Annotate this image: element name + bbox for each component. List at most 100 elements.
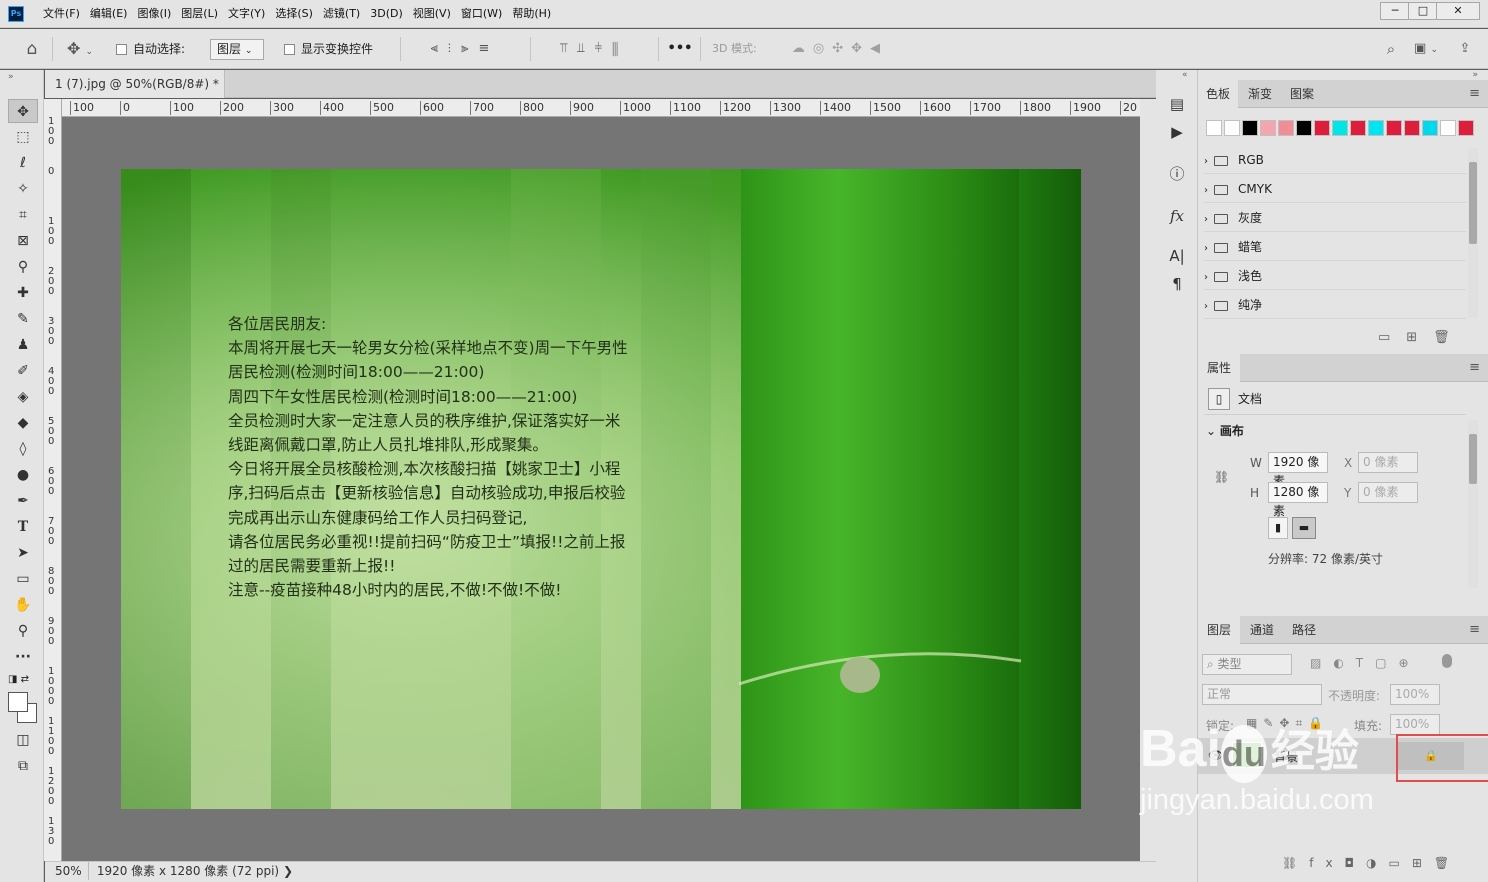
tab-channels[interactable]: 通道 xyxy=(1242,616,1282,644)
screen-mode-icon[interactable]: ⧉ xyxy=(8,754,38,778)
default-colors-icon[interactable]: ◨ ⇄ xyxy=(8,674,29,685)
magic-wand-icon[interactable]: ✧ xyxy=(8,177,38,201)
menu-file[interactable]: 文件(F) xyxy=(38,0,85,28)
y-field[interactable]: 0 像素 xyxy=(1358,482,1418,503)
layer-filter-dropdown[interactable]: ⌕ 类型 xyxy=(1202,654,1292,675)
color-swatch[interactable] xyxy=(1206,120,1222,136)
color-swatch[interactable] xyxy=(1224,120,1240,136)
panel-menu-icon[interactable]: ≡ xyxy=(1469,80,1480,108)
color-swatch[interactable] xyxy=(1422,120,1438,136)
character-icon[interactable]: A| xyxy=(1164,244,1190,268)
swatch-group[interactable]: › 浅色 xyxy=(1204,262,1466,290)
fill-field[interactable]: 100% xyxy=(1390,714,1440,735)
opacity-field[interactable]: 100% xyxy=(1390,684,1440,705)
hand-tool-icon[interactable]: ✋ xyxy=(8,593,38,617)
auto-select-checkbox[interactable]: 自动选择: xyxy=(116,29,185,69)
menu-window[interactable]: 窗口(W) xyxy=(456,0,507,28)
more-options-icon[interactable]: ••• xyxy=(666,29,694,69)
menu-image[interactable]: 图像(I) xyxy=(132,0,176,28)
color-swatch[interactable] xyxy=(1440,120,1456,136)
swatch-group[interactable]: › 纯净 xyxy=(1204,291,1466,319)
actions-play-icon[interactable]: ▶ xyxy=(1164,120,1190,144)
color-swatch[interactable] xyxy=(1350,120,1366,136)
marquee-tool-icon[interactable]: ⬚ xyxy=(8,125,38,149)
collapse-icon[interactable]: » xyxy=(8,72,14,82)
menu-3d[interactable]: 3D(D) xyxy=(365,0,408,28)
filter-toggle-icon[interactable] xyxy=(1442,654,1452,668)
layer-filter-icons[interactable]: ▨◐T▢⊕ xyxy=(1310,656,1421,670)
menu-help[interactable]: 帮助(H) xyxy=(507,0,556,28)
color-swatch[interactable] xyxy=(1296,120,1312,136)
auto-select-dropdown[interactable]: 图层 ⌄ xyxy=(210,39,264,60)
close-window-button[interactable]: ✕ xyxy=(1436,2,1480,20)
tab-paths[interactable]: 路径 xyxy=(1284,616,1324,644)
swatches-scrollbar[interactable] xyxy=(1468,148,1478,318)
color-swatch[interactable] xyxy=(1386,120,1402,136)
blur-tool-icon[interactable]: ◊ xyxy=(8,437,38,461)
tab-gradients[interactable]: 渐变 xyxy=(1240,80,1280,108)
document-tab[interactable]: 1 (7).jpg @ 50%(RGB/8#) * × xyxy=(45,70,225,119)
dodge-tool-icon[interactable]: ● xyxy=(8,463,38,487)
share-icon[interactable]: ⇪ xyxy=(1454,29,1476,69)
menu-layer[interactable]: 图层(L) xyxy=(176,0,223,28)
link-icon[interactable]: ⛓ xyxy=(1214,470,1229,484)
panel-menu-icon[interactable]: ≡ xyxy=(1469,616,1480,644)
info-arrow-icon[interactable]: ❯ xyxy=(283,864,293,878)
distribute-icons[interactable]: ⫪⫫⫩⫼ xyxy=(538,29,650,69)
menu-edit[interactable]: 编辑(E) xyxy=(85,0,133,28)
color-swatch[interactable] xyxy=(1278,120,1294,136)
styles-fx-icon[interactable]: fx xyxy=(1164,204,1190,228)
tab-layers[interactable]: 图层 xyxy=(1198,616,1240,644)
minimize-button[interactable]: ─ xyxy=(1380,2,1410,20)
brush-tool-icon[interactable]: ✎ xyxy=(8,307,38,331)
rectangle-tool-icon[interactable]: ▭ xyxy=(8,567,38,591)
search-icon[interactable]: ⌕ xyxy=(1380,29,1402,69)
move-tool-icon[interactable]: ✥ xyxy=(8,99,38,123)
x-field[interactable]: 0 像素 xyxy=(1358,452,1418,473)
canvas-section-header[interactable]: ⌄ 画布 xyxy=(1206,422,1244,439)
menu-view[interactable]: 视图(V) xyxy=(408,0,456,28)
info-icon[interactable]: ⓘ xyxy=(1164,162,1190,186)
blend-mode-dropdown[interactable]: 正常 xyxy=(1202,684,1322,705)
swatch-group[interactable]: › 蜡笔 xyxy=(1204,233,1466,261)
paragraph-icon[interactable]: ¶ xyxy=(1164,272,1190,296)
swatch-group[interactable]: › RGB xyxy=(1204,146,1466,174)
frame-tool-icon[interactable]: ⊠ xyxy=(8,229,38,253)
width-field[interactable]: 1920 像素 xyxy=(1268,452,1328,488)
document-canvas[interactable]: 各位居民朋友: 本周将开展七天一轮男女分检(采样地点不变)周一下午男性居民检测(… xyxy=(121,169,1081,809)
portrait-icon[interactable]: ▮ xyxy=(1268,517,1288,539)
pen-tool-icon[interactable]: ✒ xyxy=(8,489,38,513)
path-selection-icon[interactable]: ➤ xyxy=(8,541,38,565)
healing-brush-icon[interactable]: ✚ xyxy=(8,281,38,305)
panel-menu-icon[interactable]: ≡ xyxy=(1469,354,1480,382)
type-tool-icon[interactable]: T xyxy=(8,515,38,539)
paint-bucket-icon[interactable]: ◆ xyxy=(8,411,38,435)
color-swatch[interactable] xyxy=(1458,120,1474,136)
history-brush-icon[interactable]: ✐ xyxy=(8,359,38,383)
color-swatch[interactable] xyxy=(1332,120,1348,136)
color-swatch[interactable] xyxy=(1314,120,1330,136)
eyedropper-icon[interactable]: ⚲ xyxy=(8,255,38,279)
foreground-color-swatch[interactable] xyxy=(8,692,28,712)
show-transform-controls-checkbox[interactable]: 显示变换控件 xyxy=(284,29,373,69)
color-swatch[interactable] xyxy=(1368,120,1384,136)
menu-filter[interactable]: 滤镜(T) xyxy=(318,0,365,28)
collapse-icon[interactable]: » xyxy=(1472,70,1478,80)
3d-mode-icons[interactable]: ☁◎✣✥◀ xyxy=(774,29,906,69)
stamp-tool-icon[interactable]: ♟ xyxy=(8,333,38,357)
swatch-group[interactable]: › CMYK xyxy=(1204,175,1466,203)
tab-patterns[interactable]: 图案 xyxy=(1282,80,1322,108)
color-swatch[interactable] xyxy=(1260,120,1276,136)
tab-properties[interactable]: 属性 xyxy=(1198,354,1240,382)
home-icon[interactable]: ⌂ xyxy=(20,29,44,69)
collapse-icon[interactable]: « xyxy=(1182,70,1188,80)
layer-actions[interactable]: ⛓fx◘◑▭⊞🗑 xyxy=(1282,856,1461,870)
color-swatch[interactable] xyxy=(1404,120,1420,136)
tab-swatches[interactable]: 色板 xyxy=(1198,80,1238,108)
menu-select[interactable]: 选择(S) xyxy=(270,0,318,28)
height-field[interactable]: 1280 像素 xyxy=(1268,482,1328,518)
landscape-icon[interactable]: ▬ xyxy=(1292,517,1316,539)
move-tool-icon[interactable]: ✥ ⌄ xyxy=(60,29,100,69)
color-swatch[interactable] xyxy=(1242,120,1258,136)
restore-button[interactable]: □ xyxy=(1408,2,1438,20)
